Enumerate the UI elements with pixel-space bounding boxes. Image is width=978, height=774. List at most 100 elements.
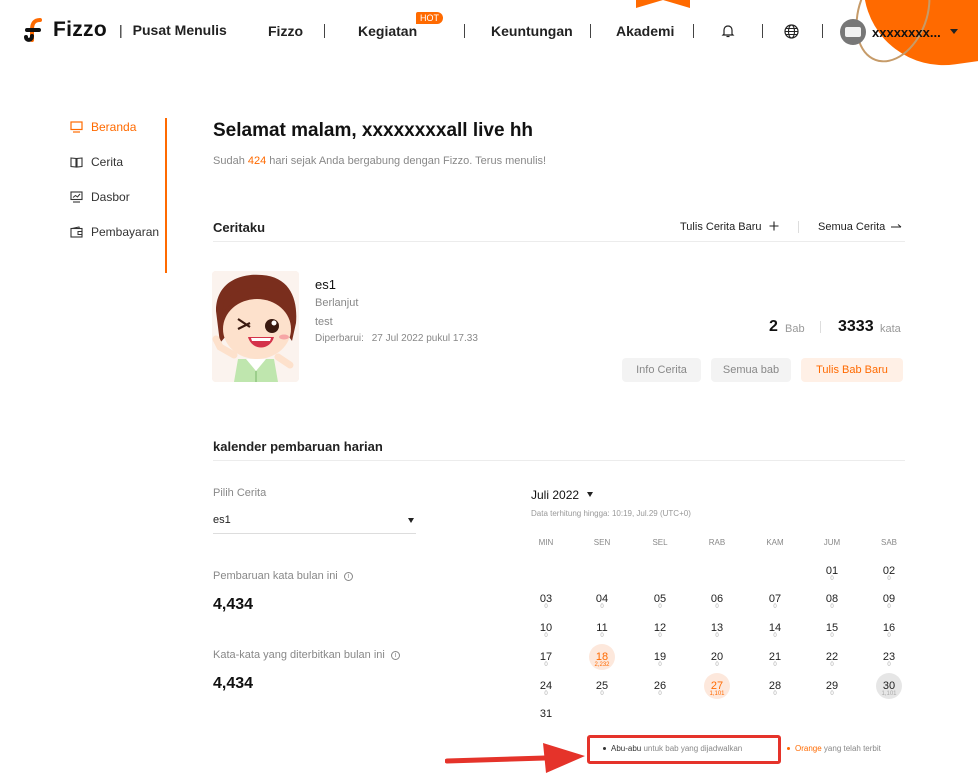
legend-gray-text: untuk bab yang dijadwalkan bbox=[643, 744, 743, 753]
nav-akademi[interactable]: Akademi bbox=[616, 23, 674, 39]
day-word-count: 0 bbox=[600, 691, 604, 697]
calendar-day[interactable]: 13 0 bbox=[702, 622, 732, 650]
dropdown-arrow-icon bbox=[587, 492, 594, 497]
username[interactable]: xxxxxxxx... bbox=[872, 25, 941, 40]
month-selector[interactable]: Juli 2022 bbox=[531, 488, 594, 502]
chart-icon bbox=[70, 191, 83, 203]
new-story-label: Tulis Cerita Baru bbox=[680, 221, 762, 233]
all-stories-label: Semua Cerita bbox=[818, 221, 886, 233]
sidebar-item-pembayaran[interactable]: Pembayaran bbox=[70, 225, 159, 239]
word-label: kata bbox=[880, 323, 901, 335]
calendar-day[interactable]: 03 0 bbox=[531, 593, 561, 621]
day-word-count: 0 bbox=[544, 691, 548, 697]
day-number: 31 bbox=[539, 708, 553, 720]
nav-fizzo[interactable]: Fizzo bbox=[268, 23, 303, 39]
calendar-day[interactable]: 22 0 bbox=[817, 651, 847, 679]
calendar-day[interactable]: 23 0 bbox=[874, 651, 904, 679]
wallet-icon bbox=[70, 226, 83, 238]
calendar-day[interactable]: 14 0 bbox=[760, 622, 790, 650]
calendar-day[interactable]: 29 0 bbox=[817, 680, 847, 708]
calendar-day[interactable]: 25 0 bbox=[587, 680, 617, 708]
calendar-day[interactable]: 27 1,101 bbox=[702, 673, 732, 708]
nav-divider bbox=[762, 24, 763, 38]
day-word-count: 0 bbox=[773, 662, 777, 668]
calendar-day[interactable]: 19 0 bbox=[645, 651, 675, 679]
stat-divider bbox=[820, 321, 821, 333]
story-cover-image[interactable] bbox=[212, 271, 299, 382]
calendar-day[interactable]: 07 0 bbox=[760, 593, 790, 621]
sidebar-item-dasbor[interactable]: Dasbor bbox=[70, 190, 130, 204]
story-tag: test bbox=[315, 316, 333, 328]
calendar-day[interactable]: 30 1,101 bbox=[874, 673, 904, 708]
story-select[interactable]: es1 bbox=[213, 508, 416, 534]
calendar-day[interactable]: 17 0 bbox=[531, 651, 561, 679]
logo[interactable]: Fizzo | Pusat Menulis bbox=[24, 16, 227, 44]
story-info-button[interactable]: Info Cerita bbox=[622, 358, 701, 382]
notification-bell-icon[interactable] bbox=[720, 23, 736, 39]
calendar-day[interactable]: 04 0 bbox=[587, 593, 617, 621]
divider bbox=[213, 460, 905, 461]
calendar-day[interactable]: 20 0 bbox=[702, 651, 732, 679]
chevron-down-icon[interactable] bbox=[950, 29, 958, 34]
calendar-day[interactable]: 28 0 bbox=[760, 680, 790, 708]
sidebar-item-beranda[interactable]: Beranda bbox=[70, 120, 136, 134]
logo-separator: | bbox=[119, 22, 123, 38]
calendar-day[interactable]: 05 0 bbox=[645, 593, 675, 621]
calendar-day[interactable]: 06 0 bbox=[702, 593, 732, 621]
plus-icon bbox=[769, 221, 779, 234]
weekday-label: KAM bbox=[766, 538, 784, 547]
chapter-count: 2 bbox=[769, 318, 778, 335]
arrow-right-icon bbox=[891, 221, 902, 233]
info-icon[interactable]: i bbox=[343, 572, 353, 581]
day-word-count: 0 bbox=[658, 604, 662, 610]
month-words-value: 4,434 bbox=[213, 596, 254, 613]
fizzo-logo-icon bbox=[24, 16, 48, 44]
calendar-day[interactable]: 12 0 bbox=[645, 622, 675, 650]
weekday-label: RAB bbox=[708, 538, 726, 547]
day-word-count: 0 bbox=[715, 633, 719, 639]
calendar-day[interactable]: 21 0 bbox=[760, 651, 790, 679]
calendar-day[interactable]: 02 0 bbox=[874, 565, 904, 593]
calendar-day[interactable]: 31 bbox=[531, 708, 561, 736]
new-chapter-button[interactable]: Tulis Bab Baru bbox=[801, 358, 903, 382]
nav-kegiatan[interactable]: Kegiatan bbox=[358, 23, 417, 39]
all-stories-link[interactable]: Semua Cerita bbox=[818, 221, 902, 233]
published-label-text: Kata-kata yang diterbitkan bulan ini bbox=[213, 649, 385, 661]
nav-divider bbox=[693, 24, 694, 38]
nav-keuntungan[interactable]: Keuntungan bbox=[491, 23, 573, 39]
day-word-count: 2,232 bbox=[594, 662, 610, 668]
all-chapters-button[interactable]: Semua bab bbox=[711, 358, 791, 382]
sidebar-item-label: Dasbor bbox=[91, 190, 130, 204]
story-title[interactable]: es1 bbox=[315, 277, 336, 292]
calendar-day[interactable]: 24 0 bbox=[531, 680, 561, 708]
dropdown-arrow-icon bbox=[408, 518, 414, 523]
calendar-day[interactable]: 16 0 bbox=[874, 622, 904, 650]
day-word-count: 0 bbox=[887, 662, 891, 668]
user-avatar[interactable] bbox=[840, 19, 866, 45]
sidebar-item-label: Cerita bbox=[91, 155, 124, 169]
chapter-label: Bab bbox=[785, 323, 805, 335]
legend-dot bbox=[603, 747, 606, 750]
updated-label: Diperbarui: bbox=[315, 333, 364, 344]
calendar-day[interactable]: 26 0 bbox=[645, 680, 675, 708]
calendar-day[interactable]: 08 0 bbox=[817, 593, 847, 621]
published-words-label: Kata-kata yang diterbitkan bulan ini i bbox=[213, 649, 400, 661]
new-story-link[interactable]: Tulis Cerita Baru bbox=[680, 221, 779, 234]
calendar-day[interactable]: 11 0 bbox=[587, 622, 617, 650]
language-globe-icon[interactable] bbox=[783, 23, 800, 40]
day-word-count: 0 bbox=[830, 576, 834, 582]
published-words-value: 4,434 bbox=[213, 675, 254, 692]
sidebar-item-cerita[interactable]: Cerita bbox=[70, 155, 123, 169]
legend-published: Orange yang telah terbit bbox=[787, 744, 881, 753]
link-divider bbox=[798, 221, 799, 233]
weekday-label: SEL bbox=[652, 538, 668, 547]
calendar-day[interactable]: 15 0 bbox=[817, 622, 847, 650]
day-word-count: 0 bbox=[830, 691, 834, 697]
calendar-day[interactable]: 10 0 bbox=[531, 622, 561, 650]
calendar-day[interactable]: 18 2,232 bbox=[587, 644, 617, 679]
logo-subtitle: Pusat Menulis bbox=[132, 22, 227, 38]
calendar-day[interactable]: 01 0 bbox=[817, 565, 847, 593]
info-icon[interactable]: i bbox=[390, 651, 400, 660]
monitor-icon bbox=[70, 121, 83, 133]
calendar-day[interactable]: 09 0 bbox=[874, 593, 904, 621]
